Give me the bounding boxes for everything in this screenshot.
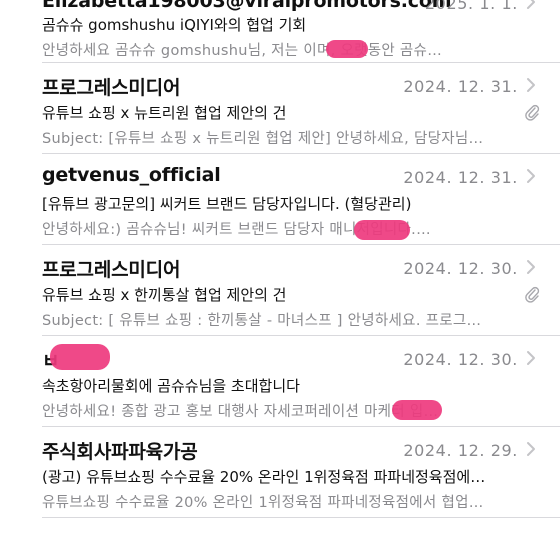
mail-preview: Subject: [유튜브 쇼핑 x 뉴트리원 협업 제안] 안녕하세요, 담당…: [42, 131, 484, 147]
mail-sender: getvenus_official: [42, 164, 221, 186]
mail-date: 2024. 12. 31.: [403, 168, 518, 187]
mail-subject: 유튜브 쇼핑 x 한끼통살 협업 제안의 건: [42, 286, 287, 304]
chevron-right-icon: [524, 168, 538, 184]
mail-sender: 프로그레스미디어: [42, 259, 181, 281]
mail-preview: Subject: [ 유튜브 쇼핑 : 한끼통살 - 마녀스프 ] 안녕하세요.…: [42, 313, 482, 329]
mail-subject: (광고) 유튜브쇼핑 수수료율 20% 온라인 1위정육점 파파네정육점에…: [42, 468, 486, 486]
mail-subject: [유튜브 광고문의] 씨커트 브랜드 담당자입니다. (혈당관리): [42, 195, 412, 213]
redaction-mark: [354, 220, 410, 240]
mail-preview: 유튜브쇼핑 수수료율 20% 온라인 1위정육점 파파네정육점에서 협업…: [42, 495, 484, 511]
mail-item[interactable]: getvenus_official 2024. 12. 31. [유튜브 광고문…: [0, 154, 560, 245]
mail-date: 2024. 12. 31.: [403, 77, 518, 96]
mail-date: 2025. 1. 1.: [424, 0, 518, 13]
mail-preview: 안녕하세요 곰슈슈 gomshushu님, 저는 이며, 오랫동안 곰슈…: [42, 43, 442, 59]
mail-subject: 유튜브 쇼핑 x 뉴트리원 협업 제안의 건: [42, 104, 287, 122]
chevron-right-icon: [524, 259, 538, 275]
paperclip-icon: [524, 285, 540, 303]
mail-date: 2024. 12. 30.: [403, 350, 518, 369]
mail-date: 2024. 12. 29.: [403, 441, 518, 460]
mail-sender: Elizabetta198003@viralpromotors.com: [42, 0, 452, 12]
mail-date: 2024. 12. 30.: [403, 259, 518, 278]
chevron-right-icon: [524, 441, 538, 457]
paperclip-icon: [524, 103, 540, 121]
chevron-right-icon: [524, 0, 538, 10]
mail-list: Elizabetta198003@viralpromotors.com 2025…: [0, 0, 560, 518]
mail-subject: 속초항아리물회에 곰슈슈님을 초대합니다: [42, 377, 300, 395]
mail-item[interactable]: Elizabetta198003@viralpromotors.com 2025…: [0, 0, 560, 63]
mail-preview: 안녕하세요:) 곰슈슈님! 씨커트 브랜드 담당자 매니저입니다.…: [42, 222, 431, 238]
mail-subject: 곰슈슈 gomshushu iQIYI와의 협업 기회: [42, 16, 307, 34]
mail-item[interactable]: ㅂ 2024. 12. 30. 속초항아리물회에 곰슈슈님을 초대합니다 안녕하…: [0, 336, 560, 427]
mail-preview: 안녕하세요! 종합 광고 홍보 대행사 자세코퍼레이션 마케터 입…: [42, 404, 439, 420]
mail-sender: 주식회사파파육가공: [42, 441, 198, 463]
chevron-right-icon: [524, 77, 538, 93]
mail-sender: 프로그레스미디어: [42, 77, 181, 99]
redaction-mark: [50, 344, 110, 370]
redaction-mark: [326, 40, 368, 58]
redaction-mark: [392, 400, 442, 420]
row-divider: [42, 517, 560, 518]
mail-item[interactable]: 프로그레스미디어 2024. 12. 30. 유튜브 쇼핑 x 한끼통살 협업 …: [0, 245, 560, 336]
mail-item[interactable]: 프로그레스미디어 2024. 12. 31. 유튜브 쇼핑 x 뉴트리원 협업 …: [0, 63, 560, 154]
chevron-right-icon: [524, 350, 538, 366]
mail-item[interactable]: 주식회사파파육가공 2024. 12. 29. (광고) 유튜브쇼핑 수수료율 …: [0, 427, 560, 518]
